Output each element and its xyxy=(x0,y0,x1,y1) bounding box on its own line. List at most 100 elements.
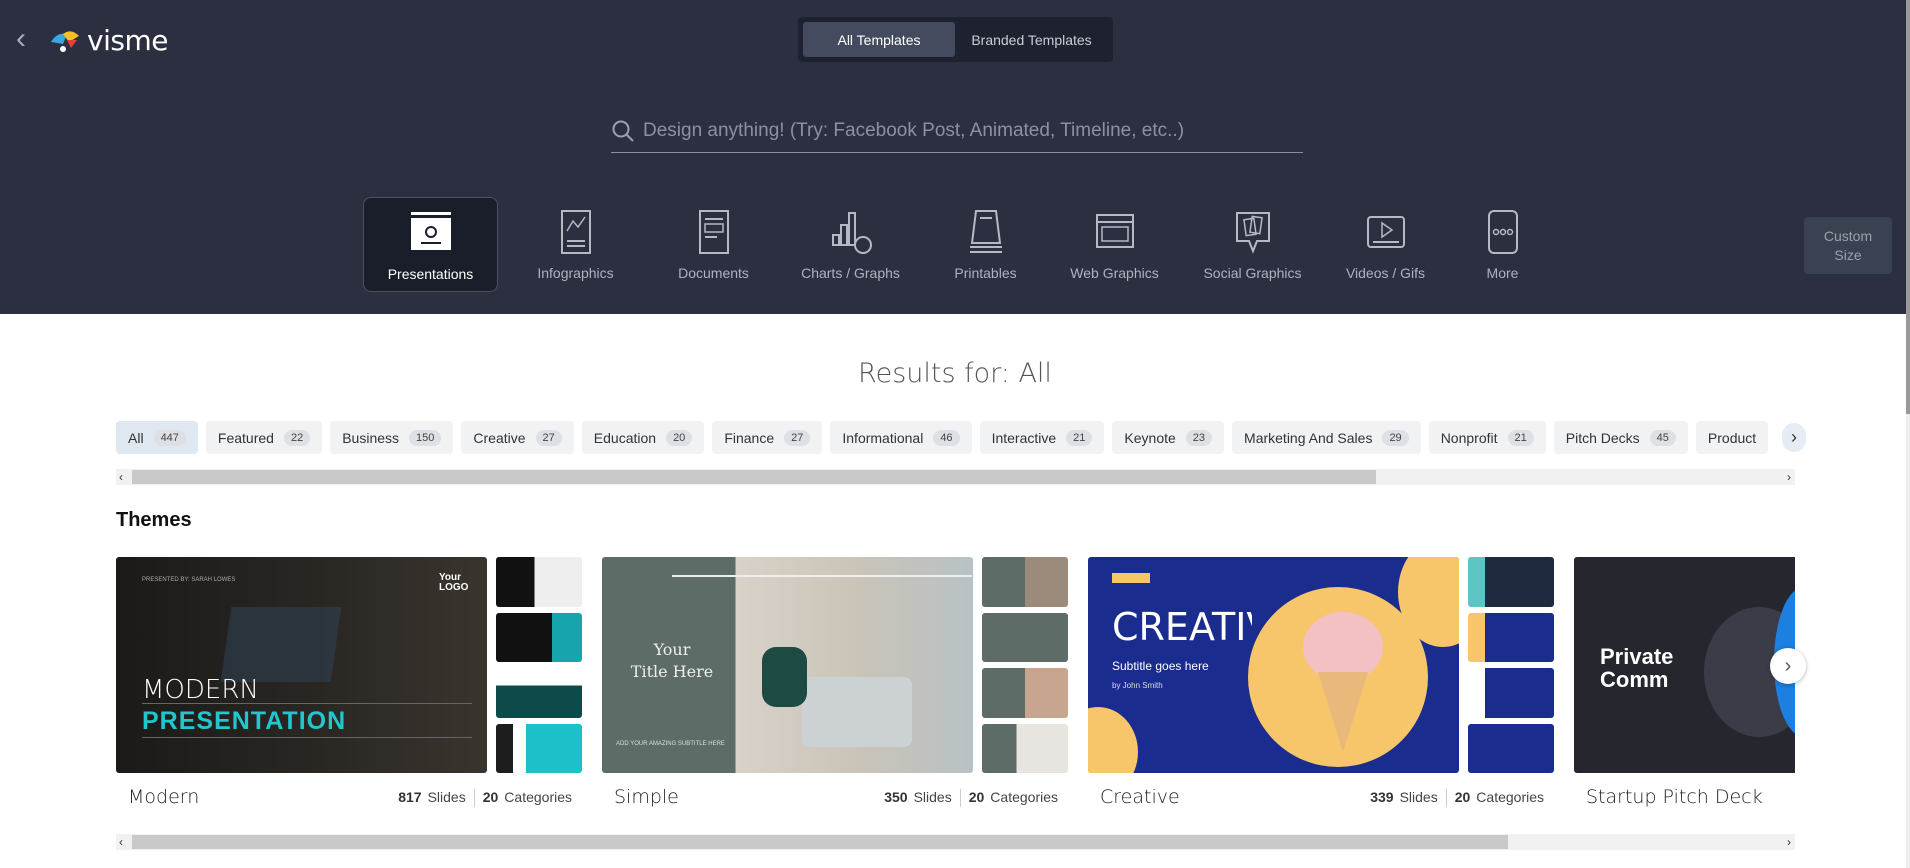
filter-chip[interactable]: Education 20 xyxy=(581,421,705,454)
scroll-right-icon[interactable]: › xyxy=(1787,469,1791,485)
theme-name: Startup Pitch Deck xyxy=(1586,786,1763,808)
preview-text: CREATIVE xyxy=(1112,605,1252,649)
scrollbar-thumb[interactable] xyxy=(132,835,1508,849)
preview-text: Your xyxy=(653,640,691,659)
chip-count: 45 xyxy=(1649,429,1676,446)
chip-count: 29 xyxy=(1382,429,1409,446)
category-infographics[interactable]: Infographics xyxy=(508,197,643,292)
category-label: Infographics xyxy=(537,265,614,281)
chip-label: Informational xyxy=(842,429,924,446)
chip-count: 150 xyxy=(409,429,442,446)
category-label: Documents xyxy=(678,265,749,281)
results-title: Results for: All xyxy=(858,358,1052,389)
filter-chip[interactable]: Finance 27 xyxy=(712,421,823,454)
printable-icon xyxy=(969,210,1002,253)
chip-count: 21 xyxy=(1507,429,1534,446)
themes-carousel: PRESENTED BY: SARAH LOWES Your LOGO MODE… xyxy=(116,557,1795,817)
theme-card-simple[interactable]: Your Title Here ADD YOUR AMAZING SUBTITLE… xyxy=(602,557,1068,817)
themes-heading: Themes xyxy=(116,509,192,531)
presentation-icon xyxy=(410,212,451,250)
filter-chip[interactable]: Creative 27 xyxy=(461,421,574,454)
scrollbar-thumb[interactable] xyxy=(132,470,1376,484)
theme-preview: PRESENTED BY: SARAH LOWES Your LOGO MODE… xyxy=(116,557,487,773)
tab-branded-templates[interactable]: Branded Templates xyxy=(955,22,1108,57)
category-charts-graphs[interactable]: Charts / Graphs xyxy=(783,197,918,292)
filter-chip[interactable]: Keynote 23 xyxy=(1112,421,1225,454)
filter-chip[interactable]: Interactive 21 xyxy=(979,421,1105,454)
laptop-image xyxy=(220,607,342,682)
filter-chip[interactable]: Nonprofit 21 xyxy=(1428,421,1546,454)
scroll-right-icon[interactable]: › xyxy=(1787,834,1791,850)
category-videos-gifs[interactable]: Videos / Gifs xyxy=(1318,197,1453,292)
video-icon xyxy=(1366,216,1405,248)
chip-label: Product xyxy=(1707,429,1757,446)
filter-chip[interactable]: Business 150 xyxy=(330,421,454,454)
theme-card-modern[interactable]: PRESENTED BY: SARAH LOWES Your LOGO MODE… xyxy=(116,557,582,817)
theme-thumbnails xyxy=(496,557,582,773)
filter-chip[interactable]: Featured 22 xyxy=(205,421,323,454)
page-scrollbar-thumb[interactable] xyxy=(1906,0,1910,414)
theme-thumbnails xyxy=(982,557,1068,773)
chip-label: All xyxy=(128,429,144,446)
visme-logo[interactable]: visme xyxy=(49,24,168,57)
chips-scrollbar[interactable]: ‹ › xyxy=(116,469,1795,485)
carousel-next-button[interactable]: › xyxy=(1770,648,1806,684)
chip-count: 20 xyxy=(666,429,693,446)
chip-label: Marketing And Sales xyxy=(1244,429,1373,446)
chip-count: 21 xyxy=(1066,429,1093,446)
theme-meta: 339 Slides 20 Categories xyxy=(1370,789,1544,807)
category-web-graphics[interactable]: Web Graphics xyxy=(1047,197,1182,292)
chip-label: Education xyxy=(593,429,657,446)
search-icon xyxy=(612,120,634,142)
theme-card-creative[interactable]: CREATIVE Subtitle goes here by John Smit… xyxy=(1088,557,1554,817)
preview-text: PRESENTED BY: SARAH LOWES xyxy=(142,577,236,583)
category-label: Web Graphics xyxy=(1070,265,1159,281)
social-graphic-icon xyxy=(1235,212,1270,254)
preview-text: Comm xyxy=(1600,667,1669,692)
chip-label: Finance xyxy=(724,429,775,446)
search-input[interactable]: Design anything! (Try: Facebook Post, An… xyxy=(611,110,1303,153)
category-label: Social Graphics xyxy=(1203,265,1302,281)
preview-text: ADD YOUR AMAZING SUBTITLE HERE xyxy=(616,741,725,747)
chip-count: 23 xyxy=(1185,429,1213,446)
scroll-left-icon[interactable]: ‹ xyxy=(119,469,123,485)
more-icon xyxy=(1487,210,1518,254)
theme-name: Simple xyxy=(614,786,679,808)
filter-chip[interactable]: Product xyxy=(1695,421,1769,454)
preview-text: PRESENTATION xyxy=(142,707,347,735)
category-social-graphics[interactable]: Social Graphics xyxy=(1185,197,1320,292)
custom-size-button[interactable]: Custom Size xyxy=(1804,217,1892,274)
chip-count: 22 xyxy=(283,429,311,446)
chip-label: Business xyxy=(342,429,400,446)
themes-scrollbar[interactable]: ‹ › xyxy=(116,834,1795,850)
template-toggle: All Templates Branded Templates xyxy=(798,17,1113,62)
back-chevron-icon[interactable]: ‹ xyxy=(16,24,38,54)
category-presentations[interactable]: Presentations xyxy=(363,197,498,292)
filter-chip[interactable]: Pitch Decks 45 xyxy=(1553,421,1688,454)
theme-meta: 817 Slides 20 Categories xyxy=(398,789,572,807)
filter-chip[interactable]: All 447 xyxy=(116,421,198,454)
chip-label: Pitch Decks xyxy=(1565,429,1640,446)
chips-next-button[interactable]: › xyxy=(1782,423,1806,452)
scroll-left-icon[interactable]: ‹ xyxy=(119,834,123,850)
infographic-icon xyxy=(560,210,591,254)
chip-label: Creative xyxy=(473,429,526,446)
category-more[interactable]: More xyxy=(1435,197,1570,292)
category-label: Presentations xyxy=(387,266,474,282)
chip-count: 27 xyxy=(784,429,811,446)
filter-chip[interactable]: Marketing And Sales 29 xyxy=(1232,421,1421,454)
chair-image xyxy=(802,677,912,747)
chip-label: Nonprofit xyxy=(1440,429,1498,446)
category-printables[interactable]: Printables xyxy=(918,197,1053,292)
theme-meta: 350 Slides 20 Categories xyxy=(884,789,1058,807)
preview-text: by John Smith xyxy=(1112,681,1163,690)
category-documents[interactable]: Documents xyxy=(646,197,781,292)
category-label: Videos / Gifs xyxy=(1345,265,1426,281)
preview-text: MODERN xyxy=(142,675,259,705)
theme-thumbnails xyxy=(1468,557,1554,773)
filter-chip[interactable]: Informational 46 xyxy=(830,421,972,454)
category-label: Charts / Graphs xyxy=(801,265,900,281)
tab-all-templates[interactable]: All Templates xyxy=(803,22,955,57)
theme-card-startup-pitch-deck[interactable]: Private Comm Startup Pitch Deck xyxy=(1574,557,1795,817)
theme-preview: CREATIVE Subtitle goes here by John Smit… xyxy=(1088,557,1459,773)
